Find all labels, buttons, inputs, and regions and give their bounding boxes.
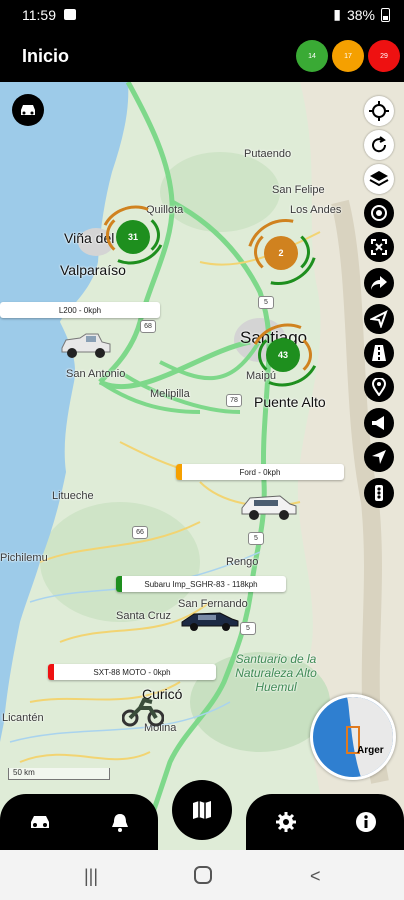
navigate-button[interactable]	[364, 442, 394, 472]
status-count-offline[interactable]: 29	[368, 40, 400, 72]
status-time: 11:59	[22, 7, 56, 23]
vehicle-label[interactable]: Ford - 0kph	[176, 464, 344, 480]
place-putaendo: Putaendo	[244, 148, 292, 160]
locate-icon	[369, 101, 389, 121]
refresh-button[interactable]	[364, 130, 394, 160]
status-count-online[interactable]: 14	[296, 40, 328, 72]
vehicle-label[interactable]: SXT-88 MOTO - 0kph	[48, 664, 216, 680]
pickup-truck-icon[interactable]	[58, 330, 112, 360]
route-shield: 66	[132, 526, 148, 539]
place-park: Santuario de la Naturaleza Alto Huemul	[235, 652, 317, 694]
map-view[interactable]: Putaendo Quillota San Felipe Los Andes V…	[0, 82, 404, 850]
place-valparaiso: Valparaíso	[60, 262, 126, 278]
place-melipilla: Melipilla	[150, 388, 190, 400]
system-nav: ||| <	[0, 850, 404, 900]
traffic-icon	[371, 205, 387, 221]
route-shield: 5	[248, 532, 264, 545]
vehicle-label-text: L200 - 0kph	[58, 305, 102, 315]
info-tab[interactable]	[354, 810, 378, 834]
layers-icon	[369, 171, 389, 187]
home-icon[interactable]	[194, 866, 212, 884]
status-bar: 11:59 ▮ 38%	[0, 0, 404, 30]
road-icon	[372, 345, 386, 361]
battery-label: 38%	[346, 6, 375, 23]
vehicle-label-text: Ford - 0kph	[239, 467, 281, 477]
traffic-light-button[interactable]	[364, 478, 394, 508]
place-san-antonio: San Antonio	[66, 368, 126, 380]
page-title: Inicio	[22, 46, 70, 66]
vehicle-label[interactable]: Subaru Imp_SGHR-83 - 118kph	[116, 576, 286, 592]
route-shield: 68	[140, 320, 156, 333]
vehicles-tab[interactable]	[28, 810, 52, 834]
navigate-icon	[372, 450, 386, 464]
sedan-icon[interactable]	[180, 608, 240, 632]
vehicle-label-text: SXT-88 MOTO - 0kph	[93, 667, 171, 677]
recent-apps-icon[interactable]: |||	[84, 866, 98, 887]
minimap[interactable]: Arger	[310, 694, 396, 780]
vehicle-cluster[interactable]: 43	[266, 338, 300, 372]
motorcycle-icon[interactable]	[122, 696, 164, 728]
bottom-nav	[0, 780, 404, 850]
route-shield: 78	[226, 394, 242, 407]
vehicle-label-text: Subaru Imp_SGHR-83 - 118kph	[144, 579, 258, 589]
car-icon	[31, 816, 49, 828]
fit-bounds-icon	[371, 239, 387, 255]
send-button[interactable]	[364, 304, 394, 334]
vehicle-filter-button[interactable]	[12, 94, 44, 126]
map-icon	[193, 801, 211, 819]
bell-icon	[112, 814, 128, 832]
map-tab[interactable]	[172, 780, 232, 840]
vehicle-cluster[interactable]: 2	[264, 236, 298, 270]
poi-button[interactable]	[364, 372, 394, 402]
message-icon	[64, 9, 76, 20]
vehicle-label[interactable]: L200 - 0kph	[0, 302, 160, 318]
info-icon	[356, 812, 376, 832]
refresh-icon	[372, 136, 387, 153]
minimap-label: Arger	[357, 745, 384, 756]
alerts-tab[interactable]	[108, 810, 132, 834]
place-san-felipe: San Felipe	[272, 184, 325, 196]
vehicle-status-bar	[48, 664, 54, 680]
traffic-light-icon	[375, 485, 383, 501]
place-puente-alto: Puente Alto	[254, 394, 326, 410]
place-pichilemu: Pichilemu	[0, 552, 48, 564]
gear-icon	[276, 812, 296, 832]
place-litueche: Litueche	[52, 490, 94, 502]
fit-bounds-button[interactable]	[364, 232, 394, 262]
status-right: ▮ 38%	[333, 6, 390, 23]
map-scale: 50 km	[8, 768, 110, 780]
vehicle-status-bar	[116, 576, 122, 592]
suv-icon[interactable]	[238, 492, 298, 522]
layers-button[interactable]	[364, 164, 394, 194]
vehicle-status-bar	[176, 464, 182, 480]
place-licanten: Licantén	[2, 712, 44, 724]
bottom-nav-right	[246, 794, 404, 850]
place-los-andes: Los Andes	[290, 204, 342, 216]
road-button[interactable]	[364, 338, 394, 368]
locate-button[interactable]	[364, 96, 394, 126]
alert-button[interactable]	[364, 408, 394, 438]
send-icon	[370, 310, 388, 328]
settings-tab[interactable]	[274, 810, 298, 834]
alert-icon	[372, 416, 384, 430]
traffic-button[interactable]	[364, 198, 394, 228]
share-icon	[371, 276, 387, 290]
signal-icon: ▮	[333, 6, 341, 22]
back-icon[interactable]: <	[310, 866, 321, 887]
place-rengo: Rengo	[226, 556, 259, 568]
route-shield: 5	[258, 296, 274, 309]
bottom-nav-left	[0, 794, 158, 850]
share-button[interactable]	[364, 268, 394, 298]
app-header: Inicio 14 17 29	[0, 30, 404, 82]
route-shield: 5	[240, 622, 256, 635]
poi-icon	[372, 378, 386, 396]
vehicle-cluster[interactable]: 31	[116, 220, 150, 254]
place-santa-cruz: Santa Cruz	[116, 610, 172, 622]
battery-icon	[381, 7, 390, 22]
status-count-idle[interactable]: 17	[332, 40, 364, 72]
car-icon	[21, 105, 35, 115]
